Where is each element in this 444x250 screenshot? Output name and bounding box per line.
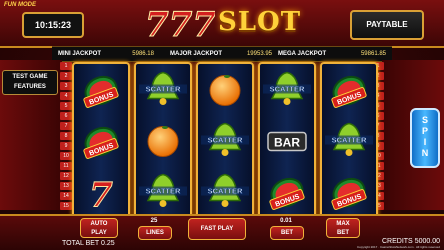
scatter-bell-icon: SCATTER [325, 122, 373, 156]
reel-5: BONUS SCATTER BONUS [320, 62, 378, 220]
reel-cell: SCATTER [260, 64, 314, 115]
copyright-text: Copyright 2017 · CasinoSlotsNetwork.com … [356, 245, 440, 249]
scatter-bell-icon: SCATTER [201, 173, 249, 207]
clock-text: 10:15:23 [34, 20, 72, 30]
bet-button[interactable]: BET [270, 226, 304, 240]
reel-4: SCATTER BAR BONUS [258, 62, 316, 220]
max-bet-line1: MAX [336, 221, 350, 227]
mega-jackpot-label: MEGA JACKPOT [278, 51, 327, 57]
payline-number: 15 [60, 202, 72, 210]
reel-cell: BONUS [74, 64, 128, 115]
reel-area: BONUS BONUS 7 SCATTER SCATTER SCATTER SCATTER S… [72, 62, 378, 220]
reel-cell: SCATTER [322, 115, 376, 166]
max-bet-button[interactable]: MAX BET [326, 218, 360, 238]
mini-jackpot-label: MINI JACKPOT [58, 51, 102, 57]
logo-sevens-icon: 777 [145, 5, 216, 43]
payline-numbers-left: 1 2 3 4 5 6 7 8 9 10 11 12 13 14 15 [60, 62, 72, 216]
reel-cell: BONUS [74, 115, 128, 166]
reel-cell: SCATTER [198, 115, 252, 166]
auto-play-line1: AUTO [90, 221, 108, 227]
reel-cell: SCATTER [136, 64, 190, 115]
jackpot-bar: MINI JACKPOT 5986.18 MAJOR JACKPOT 19953… [52, 46, 392, 62]
slot-game: FUN MODE 10:15:23 777 SLOT PAYTABLE MINI… [0, 0, 444, 250]
bar-icon: BAR [267, 131, 307, 152]
reel-cell [136, 115, 190, 166]
test-features-line2: FEATURES [14, 84, 46, 90]
credits-value: 5000.00 [414, 238, 440, 245]
reel-cell [198, 64, 252, 115]
payline-number: 4 [60, 92, 72, 100]
payline-number: 14 [60, 192, 72, 200]
watermelon-icon: BONUS [83, 75, 119, 108]
payline-number: 3 [60, 82, 72, 90]
mini-jackpot-value: 5986.18 [132, 51, 154, 57]
payline-number: 7 [60, 122, 72, 130]
watermelon-icon: BONUS [83, 126, 119, 159]
payline-number: 1 [60, 62, 72, 70]
total-bet-value: 0.25 [101, 240, 115, 247]
reel-1: BONUS BONUS 7 [72, 62, 130, 220]
payline-number: 5 [60, 102, 72, 110]
svg-text:7: 7 [89, 176, 113, 216]
reel-2: SCATTER SCATTER [134, 62, 192, 220]
total-bet: TOTAL BET 0.25 [62, 238, 142, 250]
payline-number: 11 [60, 162, 72, 170]
svg-text:SCATTER: SCATTER [146, 187, 181, 196]
logo-title: SLOT [218, 7, 302, 37]
svg-text:SCATTER: SCATTER [208, 136, 243, 145]
reel-cell: BONUS [260, 166, 314, 217]
logo-seven-1: 777 [145, 5, 215, 42]
paytable-button[interactable]: PAYTABLE [350, 10, 424, 40]
reel-cell: BONUS [322, 64, 376, 115]
spin-label: SPIN [421, 115, 429, 158]
svg-text:SCATTER: SCATTER [270, 85, 305, 94]
mode-label: FUN MODE [4, 2, 36, 8]
major-jackpot-value: 19953.95 [246, 51, 272, 57]
payline-number: 9 [60, 142, 72, 150]
scatter-bell-icon: SCATTER [139, 71, 187, 105]
watermelon-icon: BONUS [269, 177, 305, 210]
fast-play-button[interactable]: FAST PLAY [188, 218, 246, 240]
scatter-bell-icon: SCATTER [263, 71, 311, 105]
payline-number: 10 [60, 152, 72, 160]
reel-3: SCATTER SCATTER [196, 62, 254, 220]
reel-cell: BAR [260, 115, 314, 166]
watermelon-icon: BONUS [331, 75, 367, 108]
payline-number: 12 [60, 172, 72, 180]
svg-text:SCATTER: SCATTER [146, 85, 181, 94]
watermelon-icon: BONUS [331, 177, 367, 210]
credits-label: CREDITS [382, 238, 413, 245]
reel-cell: SCATTER [136, 166, 190, 217]
reel-cell: 7 [74, 166, 128, 217]
bet-value: 0.01 [280, 218, 292, 224]
lines-value: 25 [150, 218, 158, 224]
payline-number: 6 [60, 112, 72, 120]
mega-jackpot-value: 59861.85 [360, 51, 386, 57]
payline-number: 8 [60, 132, 72, 140]
svg-text:SCATTER: SCATTER [332, 136, 367, 145]
clock: 10:15:23 [22, 12, 84, 38]
spin-button[interactable]: SPIN [410, 108, 440, 168]
orange-icon [147, 126, 179, 157]
test-features-button[interactable]: TEST GAME FEATURES [2, 70, 58, 95]
reel-cell: BONUS [322, 166, 376, 217]
auto-play-line2: PLAY [91, 230, 107, 236]
svg-text:BAR: BAR [274, 136, 300, 150]
auto-play-button[interactable]: AUTO PLAY [80, 218, 118, 238]
max-bet-line2: BET [337, 230, 349, 236]
test-features-line1: TEST GAME [12, 74, 48, 80]
orange-icon [209, 75, 241, 106]
reel-cell: SCATTER [198, 166, 252, 217]
svg-text:SCATTER: SCATTER [208, 187, 243, 196]
seven-icon: 7 [89, 175, 114, 216]
total-bet-label: TOTAL BET [62, 240, 100, 247]
payline-number: 2 [60, 72, 72, 80]
scatter-bell-icon: SCATTER [139, 173, 187, 207]
lines-button[interactable]: LINES [138, 226, 172, 240]
payline-number: 13 [60, 182, 72, 190]
scatter-bell-icon: SCATTER [201, 122, 249, 156]
major-jackpot-label: MAJOR JACKPOT [170, 51, 223, 57]
